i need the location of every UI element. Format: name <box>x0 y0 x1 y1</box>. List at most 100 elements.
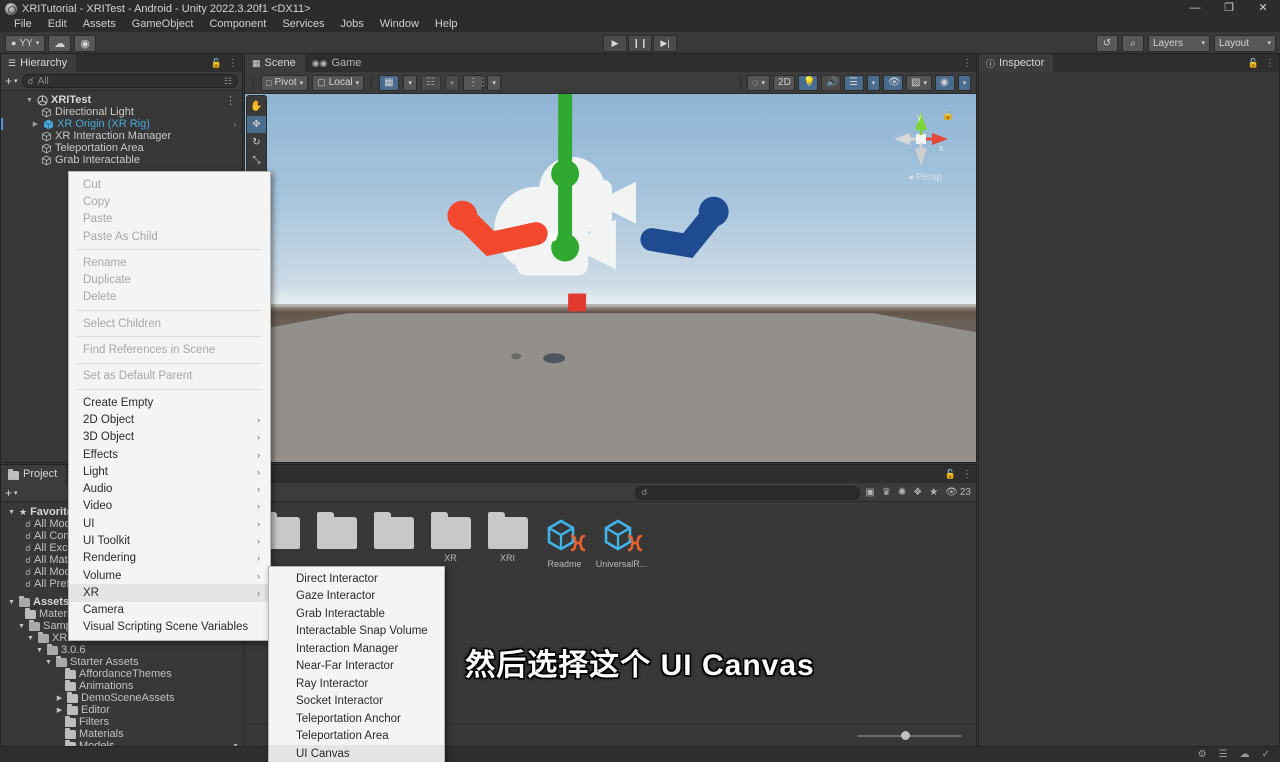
close-button[interactable]: ✕ <box>1246 0 1280 17</box>
project-tree-item-filters[interactable]: Filters <box>1 715 243 728</box>
scene-viewport[interactable]: ✋ ✥ ↻ ⤡ ▣ x y 🔒 ◂ <box>245 94 976 462</box>
chevron-down-icon[interactable]: ▼ <box>17 623 26 630</box>
context-item-effects[interactable]: Effects › <box>69 446 270 463</box>
tab-inspector[interactable]: ⓘ Inspector <box>979 54 1054 72</box>
project-add-button[interactable]: + ▾ <box>5 486 18 500</box>
cloud-status-icon[interactable]: ☁ <box>1240 749 1250 760</box>
chevron-right-icon[interactable]: ▶ <box>55 694 64 702</box>
maximize-button[interactable]: ❐ <box>1212 0 1246 17</box>
menu-edit[interactable]: Edit <box>40 17 75 32</box>
warning-icon[interactable]: ❖ <box>913 487 922 498</box>
lock-icon[interactable]: 🔓 <box>211 58 222 69</box>
context-item-light[interactable]: Light › <box>69 463 270 480</box>
gizmos-dropdown[interactable]: ▾ <box>958 74 971 91</box>
xr-item-grab-interactable[interactable]: Grab Interactable <box>269 605 444 623</box>
cloud-button[interactable]: ☁ <box>48 34 72 52</box>
grid-snap-dropdown[interactable]: ▾ <box>403 74 418 91</box>
hierarchy-item-xr-interaction-manager[interactable]: XR Interaction Manager <box>1 130 242 142</box>
project-tree-item-starter-assets[interactable]: ▼ Starter Assets <box>1 655 243 668</box>
asset-item[interactable] <box>371 512 416 569</box>
play-button[interactable]: ▶ <box>603 34 627 52</box>
xr-item-teleportation-area[interactable]: Teleportation Area <box>269 728 444 746</box>
asset-item-xri[interactable]: XRI <box>485 512 530 569</box>
context-item-visual-scripting-scene-variables[interactable]: Visual Scripting Scene Variables <box>69 619 270 636</box>
scope-icon[interactable]: ☷ <box>224 76 232 87</box>
project-tree-item-affordance-themes[interactable]: AffordanceThemes <box>1 667 243 680</box>
layers-status-icon[interactable]: ☰ <box>1219 749 1228 760</box>
context-item-3d-object[interactable]: 3D Object › <box>69 429 270 446</box>
minimize-button[interactable]: — <box>1178 0 1212 17</box>
project-tree-item-animations[interactable]: Animations <box>1 679 243 692</box>
menu-assets[interactable]: Assets <box>75 17 124 32</box>
hierarchy-search-input[interactable]: ☌ All ☷ <box>21 74 238 88</box>
kebab-menu-icon[interactable]: ⋮ <box>225 94 236 107</box>
scene-audio-icon[interactable]: 🔊 <box>821 74 842 91</box>
asset-item-universal-render-pipeline[interactable]: UniversalR... <box>596 517 647 569</box>
menu-gameobject[interactable]: GameObject <box>124 17 202 32</box>
grid-snap-icon[interactable]: ▦ <box>379 74 400 91</box>
label-icon[interactable]: ✺ <box>898 487 906 498</box>
asset-item-readme[interactable]: Readme <box>542 517 587 569</box>
hierarchy-item-teleportation-area[interactable]: Teleportation Area <box>1 142 242 154</box>
chevron-down-icon[interactable]: ▼ <box>35 647 44 654</box>
packages-icon[interactable]: ♛ <box>882 487 891 498</box>
asset-item-xr[interactable]: XR <box>428 512 473 569</box>
hidden-icon[interactable]: 👁 23 <box>945 487 971 498</box>
hierarchy-add-button[interactable]: + ▾ <box>5 74 18 88</box>
effects-icon[interactable]: ☰ <box>844 74 865 91</box>
xr-item-teleportation-anchor[interactable]: Teleportation Anchor <box>269 710 444 728</box>
pause-button[interactable]: ❙❙ <box>628 34 652 52</box>
menu-jobs[interactable]: Jobs <box>333 17 372 32</box>
search-icon[interactable]: ⌕ <box>1122 34 1144 52</box>
save-search-icon[interactable]: ▣ <box>865 487 874 498</box>
xr-item-socket-interactor[interactable]: Socket Interactor <box>269 693 444 711</box>
layers-dropdown[interactable]: Layers ▾ <box>1148 34 1210 52</box>
chevron-down-icon[interactable]: ▼ <box>44 659 53 666</box>
favorite-icon[interactable]: ★ <box>929 487 938 498</box>
context-item-camera[interactable]: Camera <box>69 602 270 619</box>
handle-space-dropdown[interactable]: ▢ Local ▾ <box>312 74 365 91</box>
project-tree-item-editor[interactable]: ▶ Editor <box>1 703 243 716</box>
project-search-input[interactable]: ☌ <box>635 485 861 500</box>
context-item-rendering[interactable]: Rendering › <box>69 550 270 567</box>
context-item-audio[interactable]: Audio › <box>69 480 270 497</box>
menu-window[interactable]: Window <box>372 17 427 32</box>
kebab-menu-icon[interactable]: ⋮ <box>228 58 238 69</box>
tab-game[interactable]: ◉◉ Game <box>304 54 371 72</box>
xr-item-gaze-interactor[interactable]: Gaze Interactor <box>269 588 444 606</box>
gizmo-lock-icon[interactable]: 🔒 <box>942 110 954 121</box>
tab-scene[interactable]: ▦ Scene <box>245 54 305 72</box>
scale-tool[interactable]: ⤡ <box>247 152 266 169</box>
layout-dropdown[interactable]: Layout ▾ <box>1214 34 1276 52</box>
twod-toggle[interactable]: 2D <box>773 74 796 91</box>
scroll-down-icon[interactable]: ▼ <box>232 743 239 747</box>
collab-icon[interactable]: ⚙ <box>1198 749 1207 760</box>
effects-dropdown[interactable]: ▾ <box>867 74 881 91</box>
hierarchy-item-xr-origin[interactable]: ▶ XR Origin (XR Rig) › <box>1 118 242 130</box>
project-tree-item-demo-scene-assets[interactable]: ▶ DemoSceneAssets <box>1 691 243 704</box>
scene-lighting-icon[interactable]: 💡 <box>798 74 819 91</box>
chevron-right-icon[interactable]: ▶ <box>55 706 64 714</box>
shading-mode-icon[interactable]: ◌ ▾ <box>746 74 771 91</box>
services-button[interactable]: ◉ <box>74 34 96 52</box>
hierarchy-item-xritest[interactable]: ▼ XRITest ⋮ <box>1 94 242 107</box>
pivot-dropdown[interactable]: □ Pivot ▾ <box>261 74 309 91</box>
lock-icon[interactable]: 🔓 <box>1248 58 1259 69</box>
menu-file[interactable]: File <box>6 17 40 32</box>
context-item-ui-toolkit[interactable]: UI Toolkit › <box>69 532 270 549</box>
context-item-ui[interactable]: UI › <box>69 515 270 532</box>
hidden-objects-icon[interactable]: 👁 <box>883 74 904 91</box>
project-tree-item-version[interactable]: ▼ 3.0.6 <box>1 643 243 656</box>
history-icon[interactable]: ↺ <box>1096 34 1118 52</box>
kebab-menu-icon[interactable]: ⋮ <box>1265 58 1275 69</box>
context-item-video[interactable]: Video › <box>69 498 270 515</box>
chevron-down-icon[interactable]: ▼ <box>7 599 16 606</box>
slider-knob[interactable] <box>901 731 910 740</box>
move-tool[interactable]: ✥ <box>247 116 266 133</box>
tab-project[interactable]: Project <box>1 465 67 483</box>
context-item-volume[interactable]: Volume › <box>69 567 270 584</box>
account-button[interactable]: ● YY ▾ <box>5 34 46 52</box>
step-button[interactable]: ▶| <box>653 34 677 52</box>
context-item-xr[interactable]: XR › <box>69 584 270 602</box>
kebab-menu-icon[interactable]: ⋮ <box>962 58 972 69</box>
